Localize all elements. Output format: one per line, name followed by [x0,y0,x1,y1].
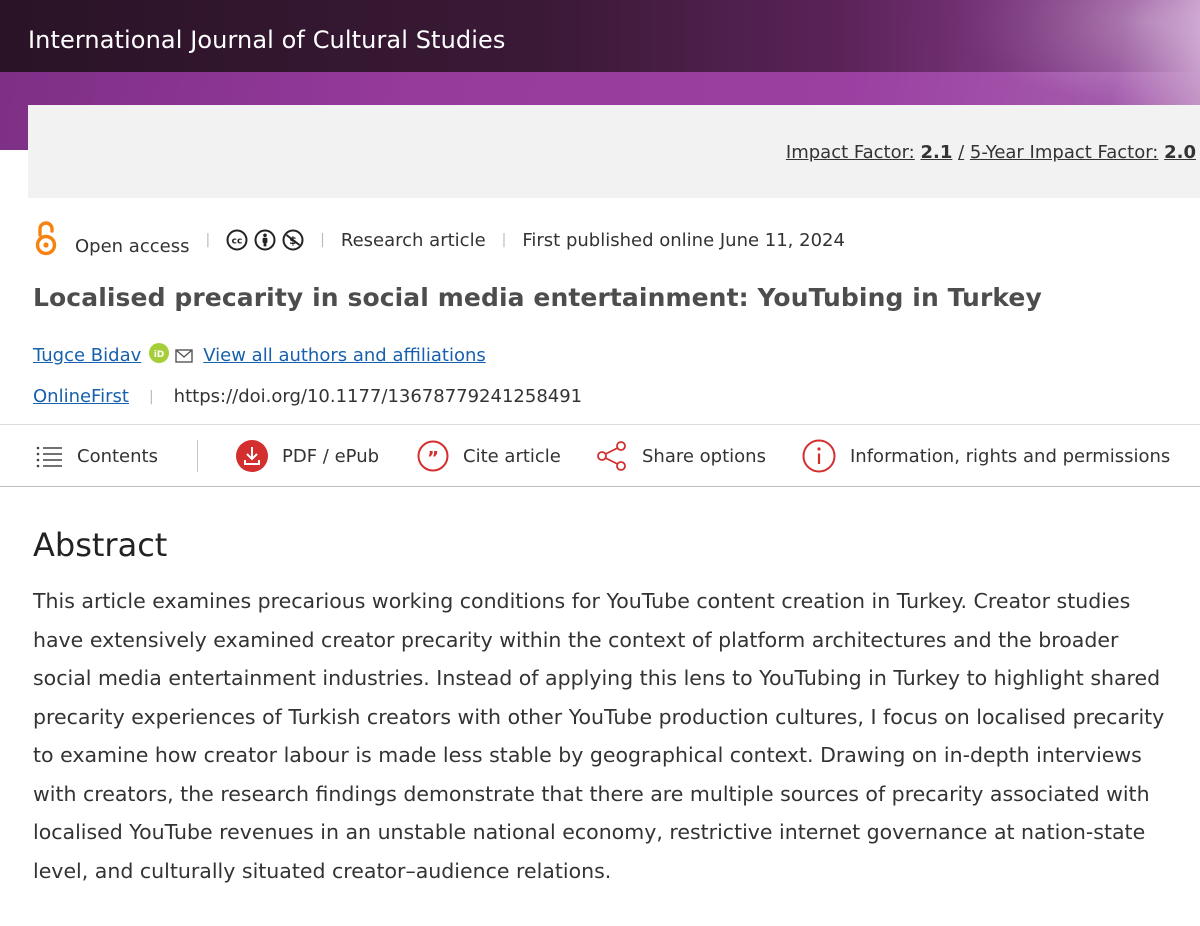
orcid-icon[interactable]: iD [149,342,170,363]
open-access-label: Open access [75,235,190,257]
pdf-epub-label: PDF / ePub [282,445,380,467]
open-access-lock-icon [35,221,57,256]
online-first-link[interactable]: OnlineFirst [33,386,129,407]
article-title: Localised precarity in social media ente… [33,283,1042,312]
impact-factor-label[interactable]: Impact Factor: [786,142,915,163]
abstract-text: This article examines precarious working… [33,589,1165,883]
nc-icon[interactable]: $ [282,229,304,251]
article-type: Research article [340,229,486,251]
information-rights-label: Information, rights and permissions [850,445,1171,467]
license-icons[interactable]: cc $ [226,229,304,251]
five-year-impact-label[interactable]: 5-Year Impact Factor: [970,142,1158,163]
abstract-heading: Abstract [33,526,168,564]
view-all-authors-link[interactable]: View all authors and affiliations [203,345,486,366]
meta-separator: | [501,232,507,248]
journal-title[interactable]: International Journal of Cultural Studie… [28,26,505,54]
meta-separator: | [320,232,325,248]
author-link[interactable]: Tugce Bidav [33,345,141,366]
svg-text:iD: iD [154,350,165,360]
doi-row: OnlineFirst | https://doi.org/10.1177/13… [33,386,582,407]
pdf-epub-button[interactable]: PDF / ePub [236,425,379,487]
toolbar-divider [197,440,198,472]
email-icon[interactable] [175,348,193,363]
share-icon [597,441,626,471]
meta-separator: | [205,232,211,248]
author-row: Tugce Bidav iD View all authors and affi… [33,342,486,366]
impact-separator: / [958,142,965,163]
list-icon [36,446,62,468]
information-rights-button[interactable]: Information, rights and permissions [802,425,1170,487]
svg-text:cc: cc [232,237,243,247]
cite-article-label: Cite article [463,445,561,467]
share-options-label: Share options [642,445,766,467]
publication-date: First published online June 11, 2024 [522,229,845,251]
share-options-button[interactable]: Share options [596,425,766,487]
doi-separator: | [148,388,154,405]
svg-text:”: ” [427,448,439,469]
contents-button[interactable]: Contents [35,425,158,487]
by-icon[interactable] [254,229,276,251]
quote-icon: ” [417,440,449,472]
contents-label: Contents [77,445,158,467]
impact-factor[interactable]: Impact Factor: 2.1 / 5-Year Impact Facto… [786,142,1196,163]
doi-link[interactable]: https://doi.org/10.1177/1367877924125849… [174,386,582,407]
five-year-impact-value[interactable]: 2.0 [1164,142,1196,163]
article-meta-row: Open access | cc $ | Research article | … [33,220,845,260]
article-toolbar: Contents PDF / ePub ” Cite article Share… [0,424,1200,487]
info-icon [802,439,836,473]
cite-article-button[interactable]: ” Cite article [417,425,561,487]
download-icon [236,440,268,472]
cc-icon[interactable]: cc [226,229,248,251]
impact-factor-value[interactable]: 2.1 [920,142,952,163]
